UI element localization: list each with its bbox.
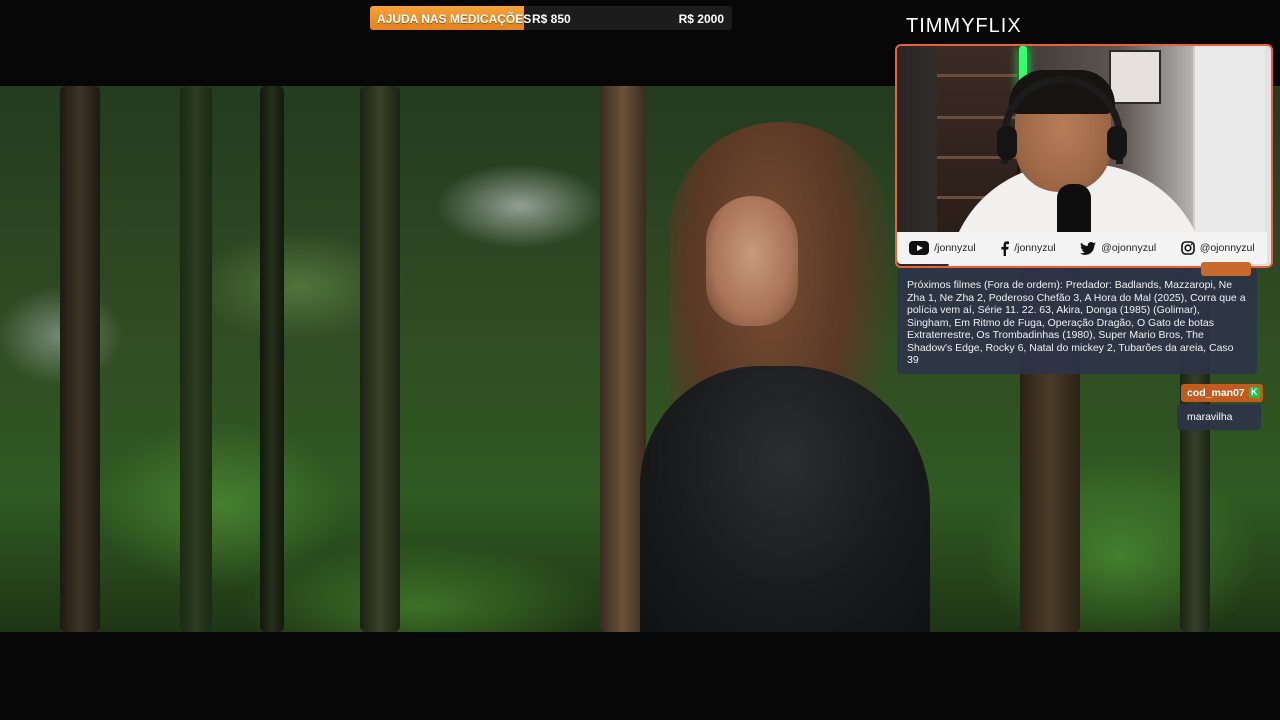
actress-face: [706, 196, 798, 326]
social-instagram[interactable]: @ojonnyzul: [1180, 241, 1255, 255]
chat-username-text: cod_man07: [1187, 387, 1245, 399]
tree-trunk: [260, 86, 284, 632]
actress-jacket: [640, 366, 930, 632]
tree-trunk: [180, 86, 212, 632]
goal-current-amount: R$ 850: [532, 12, 571, 26]
chat-username-tag: [1201, 262, 1251, 276]
social-twitter[interactable]: @ojonnyzul: [1080, 241, 1157, 255]
social-links-bar: /jonnyzul /jonnyzul @ojonnyzul @ojonnyzu…: [897, 232, 1267, 264]
chat-username: cod_man07 K: [1181, 384, 1263, 402]
announcement-text: Próximos filmes (Fora de ordem): Predado…: [907, 279, 1246, 366]
social-facebook[interactable]: /jonnyzul: [1000, 240, 1056, 256]
tree-trunk: [360, 86, 400, 632]
goal-title: AJUDA NAS MEDICAÇÕES: [377, 12, 532, 26]
tree-trunk: [60, 86, 100, 632]
youtube-icon: [909, 241, 930, 255]
wardrobe-door: [1193, 46, 1265, 236]
chat-message-announcement: Próximos filmes (Fora de ordem): Predado…: [897, 262, 1257, 374]
donation-goal-bar: AJUDA NAS MEDICAÇÕES R$ 850 R$ 2000: [370, 6, 732, 30]
chat-message: cod_man07 K maravilha: [1177, 384, 1263, 432]
channel-name: TIMMYFLIX: [906, 15, 1022, 37]
youtube-handle: /jonnyzul: [934, 242, 976, 254]
headset-earcup: [1107, 126, 1127, 160]
goal-target-amount: R$ 2000: [678, 12, 724, 26]
headset-earcup: [997, 126, 1017, 160]
twitter-icon: [1080, 241, 1097, 255]
facebook-handle: /jonnyzul: [1014, 242, 1056, 254]
social-youtube[interactable]: /jonnyzul: [909, 241, 976, 255]
twitter-handle: @ojonnyzul: [1101, 242, 1157, 254]
wall-poster: [1109, 50, 1161, 104]
instagram-handle: @ojonnyzul: [1199, 242, 1255, 254]
facebook-icon: [1000, 240, 1010, 256]
badge-icon: K: [1248, 387, 1260, 398]
instagram-icon: [1180, 241, 1195, 255]
chat-message-text: maravilha: [1177, 404, 1261, 430]
